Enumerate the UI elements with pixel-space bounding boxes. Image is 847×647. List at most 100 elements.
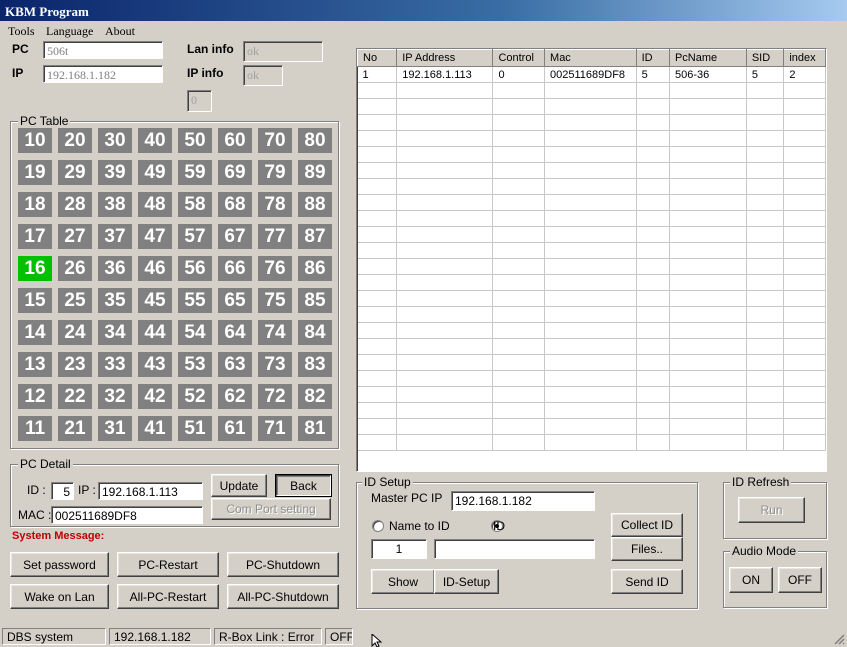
resize-grip-icon[interactable] <box>833 633 845 645</box>
pc-cell-44[interactable]: 44 <box>138 320 172 345</box>
column-header[interactable]: SID <box>745 49 785 67</box>
pc-cell-62[interactable]: 62 <box>218 384 252 409</box>
pc-cell-55[interactable]: 55 <box>178 288 212 313</box>
all-pc-shutdown-button[interactable]: All-PC-Shutdown <box>227 584 339 609</box>
column-header[interactable]: Mac <box>544 49 637 67</box>
pc-cell-60[interactable]: 60 <box>218 128 252 153</box>
column-header[interactable]: index <box>783 49 826 67</box>
pc-cell-22[interactable]: 22 <box>58 384 92 409</box>
pc-list-table[interactable]: No IP Address Control Mac ID PcName SID index 1… <box>356 48 827 472</box>
pc-cell-83[interactable]: 83 <box>298 352 332 377</box>
pc-cell-61[interactable]: 61 <box>218 416 252 441</box>
pc-cell-76[interactable]: 76 <box>258 256 292 281</box>
pc-cell-58[interactable]: 58 <box>178 192 212 217</box>
show-button[interactable]: Show <box>371 569 435 594</box>
pc-cell-13[interactable]: 13 <box>18 352 52 377</box>
pc-cell-42[interactable]: 42 <box>138 384 172 409</box>
audio-on-button[interactable]: ON <box>729 567 773 593</box>
pc-cell-86[interactable]: 86 <box>298 256 332 281</box>
menu-tools[interactable]: Tools <box>8 24 35 39</box>
pc-cell-18[interactable]: 18 <box>18 192 52 217</box>
pc-cell-87[interactable]: 87 <box>298 224 332 249</box>
pc-cell-49[interactable]: 49 <box>138 160 172 185</box>
column-header[interactable]: PcName <box>668 49 747 67</box>
pc-cell-59[interactable]: 59 <box>178 160 212 185</box>
pc-cell-19[interactable]: 19 <box>18 160 52 185</box>
pc-cell-78[interactable]: 78 <box>258 192 292 217</box>
pc-cell-26[interactable]: 26 <box>58 256 92 281</box>
pc-cell-64[interactable]: 64 <box>218 320 252 345</box>
pc-cell-25[interactable]: 25 <box>58 288 92 313</box>
id-number-field[interactable]: 1 <box>371 539 427 559</box>
pc-cell-29[interactable]: 29 <box>58 160 92 185</box>
id-field[interactable]: 5 <box>51 482 74 500</box>
pc-cell-84[interactable]: 84 <box>298 320 332 345</box>
pc-cell-67[interactable]: 67 <box>218 224 252 249</box>
pc-cell-21[interactable]: 21 <box>58 416 92 441</box>
pc-cell-34[interactable]: 34 <box>98 320 132 345</box>
pc-cell-75[interactable]: 75 <box>258 288 292 313</box>
table-row[interactable]: 1 192.168.1.113 0 002511689DF8 5 506-36 5 2 <box>357 66 826 83</box>
collect-id-button[interactable]: Collect ID <box>611 513 683 537</box>
pc-cell-72[interactable]: 72 <box>258 384 292 409</box>
pc-name-field[interactable]: 506t <box>43 41 163 59</box>
pc-cell-63[interactable]: 63 <box>218 352 252 377</box>
pc-cell-65[interactable]: 65 <box>218 288 252 313</box>
pc-cell-40[interactable]: 40 <box>138 128 172 153</box>
column-header[interactable]: ID <box>635 49 670 67</box>
pc-cell-53[interactable]: 53 <box>178 352 212 377</box>
pc-cell-16[interactable]: 16 <box>18 256 52 281</box>
pc-cell-20[interactable]: 20 <box>58 128 92 153</box>
id-setup-button[interactable]: ID-Setup <box>434 569 499 594</box>
pc-cell-79[interactable]: 79 <box>258 160 292 185</box>
id-text-field[interactable] <box>434 539 595 559</box>
back-button[interactable]: Back <box>275 474 332 497</box>
update-button[interactable]: Update <box>211 474 267 497</box>
pc-cell-11[interactable]: 11 <box>18 416 52 441</box>
menu-about[interactable]: About <box>105 24 135 39</box>
pc-cell-52[interactable]: 52 <box>178 384 212 409</box>
pc-cell-45[interactable]: 45 <box>138 288 172 313</box>
pc-cell-47[interactable]: 47 <box>138 224 172 249</box>
pc-cell-38[interactable]: 38 <box>98 192 132 217</box>
pc-cell-39[interactable]: 39 <box>98 160 132 185</box>
pc-cell-57[interactable]: 57 <box>178 224 212 249</box>
pc-cell-35[interactable]: 35 <box>98 288 132 313</box>
pc-cell-70[interactable]: 70 <box>258 128 292 153</box>
pc-cell-33[interactable]: 33 <box>98 352 132 377</box>
pc-shutdown-button[interactable]: PC-Shutdown <box>227 552 339 577</box>
wake-on-lan-button[interactable]: Wake on Lan <box>10 584 109 609</box>
files-button[interactable]: Files.. <box>611 537 683 561</box>
pc-cell-41[interactable]: 41 <box>138 416 172 441</box>
pc-cell-23[interactable]: 23 <box>58 352 92 377</box>
name-to-id-label[interactable]: Name to ID <box>389 519 450 533</box>
pc-cell-73[interactable]: 73 <box>258 352 292 377</box>
pc-cell-56[interactable]: 56 <box>178 256 212 281</box>
name-to-id-radio[interactable] <box>372 520 384 532</box>
pc-cell-74[interactable]: 74 <box>258 320 292 345</box>
id-radio-label[interactable]: ID <box>493 519 505 533</box>
menu-language[interactable]: Language <box>46 24 93 39</box>
pc-cell-30[interactable]: 30 <box>98 128 132 153</box>
column-header[interactable]: Control <box>492 49 546 67</box>
master-pc-ip-field[interactable]: 192.168.1.182 <box>451 491 595 511</box>
set-password-button[interactable]: Set password <box>10 552 109 577</box>
pc-cell-12[interactable]: 12 <box>18 384 52 409</box>
pc-cell-17[interactable]: 17 <box>18 224 52 249</box>
pc-cell-46[interactable]: 46 <box>138 256 172 281</box>
pc-cell-77[interactable]: 77 <box>258 224 292 249</box>
pc-cell-24[interactable]: 24 <box>58 320 92 345</box>
column-header[interactable]: IP Address <box>396 49 494 67</box>
pc-cell-51[interactable]: 51 <box>178 416 212 441</box>
pc-cell-27[interactable]: 27 <box>58 224 92 249</box>
pc-cell-80[interactable]: 80 <box>298 128 332 153</box>
pc-cell-66[interactable]: 66 <box>218 256 252 281</box>
mac-field[interactable]: 002511689DF8 <box>51 506 203 524</box>
pc-cell-43[interactable]: 43 <box>138 352 172 377</box>
pc-restart-button[interactable]: PC-Restart <box>117 552 219 577</box>
pc-cell-48[interactable]: 48 <box>138 192 172 217</box>
pc-cell-50[interactable]: 50 <box>178 128 212 153</box>
pc-cell-71[interactable]: 71 <box>258 416 292 441</box>
pc-cell-32[interactable]: 32 <box>98 384 132 409</box>
pc-cell-36[interactable]: 36 <box>98 256 132 281</box>
